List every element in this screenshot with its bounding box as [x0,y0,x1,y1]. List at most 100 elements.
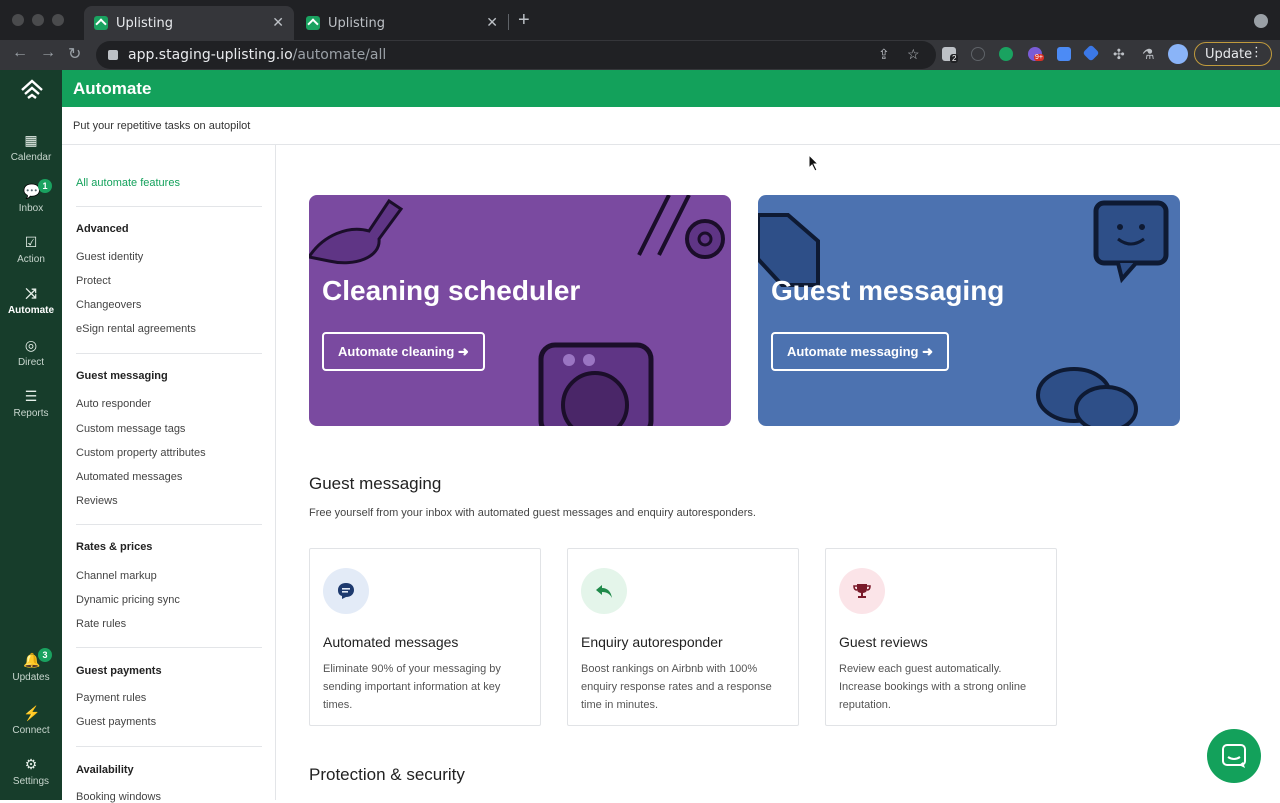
address-bar[interactable]: app.staging-uplisting.io/automate/all [96,41,936,69]
url-path: /automate/all [292,47,387,63]
section-subtitle: Free yourself from your inbox with autom… [309,507,756,519]
extension-badge: 9+ [1034,54,1044,61]
plug-icon: ⚡ [23,705,41,721]
new-tab-button[interactable]: + [518,9,530,32]
feature-card-automated-messages[interactable]: Automated messages Eliminate 90% of your… [309,548,541,726]
window-close-button[interactable] [12,14,24,26]
page-header: Automate [62,70,1280,107]
browser-tab-bar: Uplisting ✕ Uplisting ✕ + [0,0,1280,40]
sidebar-item-guest-identity[interactable]: Guest identity [76,251,143,263]
card-description: Boost rankings on Airbnb with 100% enqui… [581,663,772,711]
nav-label: Direct [17,357,45,368]
sidebar-item-payment-rules[interactable]: Payment rules [76,692,146,704]
sidebar-group-title: Guest messaging [76,370,168,382]
uplisting-logo-icon[interactable] [20,78,44,102]
sidebar-item-changeovers[interactable]: Changeovers [76,299,141,311]
gear-icon: ⚙ [24,756,38,772]
automate-sidebar: All automate features Advanced Guest ide… [62,145,276,803]
window-minimize-button[interactable] [32,14,44,26]
sidebar-item-booking-windows[interactable]: Booking windows [76,791,161,803]
update-label: Update [1205,46,1253,62]
nav-label: Action [17,254,45,265]
forward-arrow-icon[interactable]: → [40,44,56,62]
sidebar-item-automated-messages[interactable]: Automated messages [76,471,182,483]
nav-label: Settings [12,776,50,787]
page-title: Automate [73,79,152,98]
sidebar-item-reviews[interactable]: Reviews [76,495,118,507]
nav-item-action[interactable]: ☑ Action [0,234,62,265]
nav-item-direct[interactable]: ◎ Direct [0,337,62,368]
card-title: Enquiry autoresponder [581,634,723,650]
trophy-icon [839,568,885,614]
grammarly-icon[interactable] [999,47,1013,61]
browser-tab-active[interactable]: Uplisting ✕ [84,6,294,40]
feature-card-enquiry-autoresponder[interactable]: Enquiry autoresponder Boost rankings on … [567,548,799,726]
extension-tag-icon[interactable] [1082,44,1100,62]
sidebar-item-guest-payments[interactable]: Guest payments [76,716,156,728]
sidebar-group-title: Availability [76,764,134,776]
sidebar-item-rate-rules[interactable]: Rate rules [76,618,126,630]
sidebar-item-dynamic-pricing-sync[interactable]: Dynamic pricing sync [76,594,180,606]
sidebar-item-custom-property-attributes[interactable]: Custom property attributes [76,447,206,459]
share-icon[interactable]: ⇪ [878,46,890,63]
chat-bubble-icon [1222,744,1246,768]
nav-item-inbox[interactable]: 💬 Inbox 1 [0,179,62,214]
check-icon: ☑ [24,234,38,250]
more-menu-icon[interactable]: ⋮ [1250,45,1263,60]
extension-outlook-icon[interactable] [1057,47,1071,61]
sidebar-item-all-features[interactable]: All automate features [76,177,180,189]
labs-flask-icon[interactable]: ⚗ [1142,46,1155,63]
extension-badge: 2 [950,54,959,63]
feature-card-guest-reviews[interactable]: Guest reviews Review each guest automati… [825,548,1057,726]
sidebar-item-esign[interactable]: eSign rental agreements [76,323,196,335]
tab-close-icon[interactable]: ✕ [272,15,284,31]
browser-toolbar: ← → ↻ app.staging-uplisting.io/automate/… [0,40,1280,70]
back-arrow-icon[interactable]: ← [12,44,28,62]
nav-item-automate[interactable]: ⤨ Automate [0,285,62,316]
nav-label: Automate [7,305,55,316]
extension-ghost-icon[interactable]: 2 [942,47,959,63]
extension-info-icon[interactable] [971,47,985,61]
message-icon [323,568,369,614]
tab-search-icon[interactable] [1254,14,1268,28]
sidebar-divider [76,206,262,207]
sidebar-item-channel-markup[interactable]: Channel markup [76,570,157,582]
url-host: app.staging-uplisting.io [128,47,293,63]
nav-item-connect[interactable]: ⚡ Connect [0,705,62,736]
lock-icon [108,50,118,60]
uplisting-favicon-icon [306,16,320,30]
hero-title: Cleaning scheduler [322,275,581,306]
reply-icon [581,568,627,614]
page-subheader: Put your repetitive tasks on autopilot [62,107,1280,145]
nav-item-calendar[interactable]: ▦ Calendar [0,132,62,163]
sidebar-item-auto-responder[interactable]: Auto responder [76,398,151,410]
sidebar-item-custom-message-tags[interactable]: Custom message tags [76,423,185,435]
sidebar-divider [76,353,262,354]
cleaning-scheduler-banner: Cleaning scheduler Automate cleaning ➜ [309,195,731,426]
bell-icon: 🔔 [23,652,41,668]
automate-messaging-button[interactable]: Automate messaging ➜ [771,332,949,371]
extensions-puzzle-icon[interactable]: ✣ [1113,46,1125,63]
nav-item-updates[interactable]: 🔔 Updates 3 [0,648,62,683]
sidebar-item-protect[interactable]: Protect [76,275,111,287]
nav-item-settings[interactable]: ⚙ Settings [0,756,62,787]
support-chat-button[interactable] [1207,729,1261,783]
profile-avatar[interactable] [1168,44,1188,64]
updates-count-badge: 3 [38,648,52,662]
automate-cleaning-button[interactable]: Automate cleaning ➜ [322,332,485,371]
tab-close-icon[interactable]: ✕ [486,15,498,31]
extension-spark-icon[interactable]: 9+ [1028,47,1044,61]
window-zoom-button[interactable] [52,14,64,26]
sidebar-divider [76,746,262,747]
section-title: Guest messaging [309,474,442,493]
guest-messaging-banner: Guest messaging Automate messaging ➜ [758,195,1180,426]
card-description: Review each guest automatically. Increas… [839,663,1027,711]
reload-icon[interactable]: ↻ [68,44,81,64]
browser-tab[interactable]: Uplisting ✕ [296,6,508,40]
cleaning-illustration [309,195,725,426]
nav-item-reports[interactable]: ☰ Reports [0,388,62,419]
browser-update-button[interactable]: Update ⋮ [1194,42,1272,66]
bookmark-star-icon[interactable]: ☆ [907,46,920,63]
section-title: Protection & security [309,765,465,784]
tab-title: Uplisting [328,15,385,31]
